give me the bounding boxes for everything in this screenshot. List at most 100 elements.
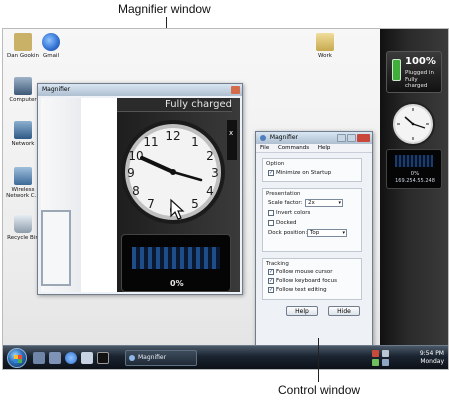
analog-clock-icon bbox=[391, 102, 435, 146]
battery-gadget[interactable]: 100% Plugged in Fully charged bbox=[386, 51, 442, 93]
svg-text:8: 8 bbox=[132, 184, 140, 198]
select-value: Top bbox=[310, 230, 320, 236]
docked-checkbox[interactable]: Docked bbox=[263, 218, 361, 228]
checkbox-checked-icon: ✓ bbox=[268, 268, 274, 275]
desktop-icon-label: Recycle Bin bbox=[7, 235, 39, 241]
magnified-cpu-meter: 0% bbox=[121, 234, 231, 292]
close-icon[interactable] bbox=[357, 134, 370, 142]
wireless-icon[interactable] bbox=[382, 359, 389, 366]
presentation-group: Presentation Scale factor: 2x ▾ Invert co… bbox=[262, 188, 362, 252]
windows-logo-icon bbox=[14, 355, 22, 363]
magnified-percent: 0% bbox=[170, 279, 184, 288]
banner-text: Fully charged bbox=[165, 99, 232, 110]
recycle-bin-icon bbox=[14, 215, 32, 233]
leader-line-bottom bbox=[318, 338, 319, 382]
callout-control-window: Control window bbox=[278, 383, 361, 397]
desktop-icon-label: Network bbox=[11, 141, 35, 147]
minimize-on-startup-checkbox[interactable]: ✓ Minimize on Startup bbox=[263, 168, 361, 178]
svg-text:9: 9 bbox=[127, 166, 135, 180]
control-titlebar[interactable]: Magnifier bbox=[256, 132, 372, 144]
checkbox-checked-icon: ✓ bbox=[268, 286, 274, 293]
show-desktop-icon[interactable] bbox=[33, 352, 45, 364]
start-button[interactable] bbox=[7, 348, 27, 368]
checkbox-label: Follow text editing bbox=[276, 287, 327, 293]
svg-text:1: 1 bbox=[191, 135, 199, 149]
desktop-icon-gmail[interactable]: Gmail bbox=[31, 33, 71, 59]
checkbox-label: Invert colors bbox=[276, 210, 311, 216]
magnified-clock-icon: 1212 345 678 91011 bbox=[121, 120, 225, 224]
callout-magnifier-window: Magnifier window bbox=[118, 2, 211, 16]
volume-icon[interactable] bbox=[382, 350, 389, 357]
checkbox-unchecked-icon bbox=[268, 219, 274, 226]
tracking-group: Tracking ✓ Follow mouse cursor ✓ Follow ke… bbox=[262, 258, 362, 300]
internet-explorer-icon bbox=[42, 33, 60, 51]
desktop-icon-label: Gmail bbox=[42, 53, 60, 59]
svg-text:2: 2 bbox=[206, 149, 214, 163]
menu-commands[interactable]: Commands bbox=[278, 145, 309, 151]
minimize-icon[interactable] bbox=[337, 134, 346, 142]
scale-factor-select[interactable]: 2x ▾ bbox=[305, 199, 343, 207]
meter-bars bbox=[395, 155, 433, 167]
meter-bars bbox=[132, 247, 220, 269]
invert-colors-checkbox[interactable]: Invert colors bbox=[263, 208, 361, 218]
checkbox-unchecked-icon bbox=[268, 209, 274, 216]
menu-help[interactable]: Help bbox=[318, 145, 331, 151]
media-player-icon[interactable] bbox=[81, 352, 93, 364]
magnifier-titlebar[interactable]: Magnifier bbox=[38, 84, 242, 96]
windows-sidebar: 100% Plugged in Fully charged 0% 169.254… bbox=[380, 29, 448, 347]
group-title: Tracking bbox=[266, 261, 289, 267]
scale-factor-row: Scale factor: 2x ▾ bbox=[263, 198, 361, 208]
tray-clock-day[interactable]: Monday bbox=[420, 358, 444, 365]
desktop-icon-label: Wireless Network C... bbox=[6, 187, 40, 200]
svg-text:7: 7 bbox=[147, 197, 155, 211]
magnified-window-frame bbox=[41, 210, 71, 286]
svg-text:3: 3 bbox=[211, 166, 219, 180]
checkbox-label: Follow keyboard focus bbox=[276, 278, 337, 284]
tray-clock-time[interactable]: 9:54 PM bbox=[420, 350, 444, 357]
svg-text:4: 4 bbox=[206, 184, 214, 198]
magnified-battery-banner: Fully charged bbox=[117, 98, 232, 112]
folder-icon bbox=[316, 33, 334, 51]
help-button[interactable]: Help bbox=[286, 306, 318, 316]
network-icon bbox=[14, 121, 32, 139]
dock-position-select[interactable]: Top ▾ bbox=[307, 229, 347, 237]
option-group: Option ✓ Minimize on Startup bbox=[262, 158, 362, 182]
battery-icon bbox=[392, 59, 401, 81]
hide-button[interactable]: Hide bbox=[328, 306, 360, 316]
cpu-meter-gadget[interactable]: 0% 169.254.55.248 bbox=[386, 149, 442, 189]
window-title: Magnifier bbox=[269, 134, 298, 141]
computer-icon bbox=[14, 77, 32, 95]
taskbar-button-magnifier[interactable]: Magnifier bbox=[125, 350, 197, 366]
group-title: Option bbox=[266, 161, 285, 167]
group-title: Presentation bbox=[266, 191, 301, 197]
switch-windows-icon[interactable] bbox=[49, 352, 61, 364]
network-status-icon[interactable] bbox=[372, 350, 379, 357]
checkbox-label: Follow mouse cursor bbox=[276, 269, 333, 275]
magnifier-window[interactable]: Magnifier Fully charged x 12 1 2 3 4 5 7… bbox=[37, 83, 243, 295]
follow-text-editing-checkbox[interactable]: ✓ Follow text editing bbox=[263, 286, 361, 295]
menu-file[interactable]: File bbox=[260, 145, 269, 151]
wireless-network-icon bbox=[14, 167, 32, 185]
checkbox-label: Minimize on Startup bbox=[276, 170, 332, 176]
internet-explorer-icon[interactable] bbox=[65, 352, 77, 364]
taskbar: Magnifier 9:54 PM Monday bbox=[3, 345, 448, 369]
checkbox-checked-icon: ✓ bbox=[268, 169, 274, 176]
power-icon[interactable] bbox=[372, 359, 379, 366]
command-prompt-icon[interactable] bbox=[97, 352, 109, 364]
follow-keyboard-checkbox[interactable]: ✓ Follow keyboard focus bbox=[263, 277, 361, 286]
checkbox-checked-icon: ✓ bbox=[268, 277, 274, 284]
select-value: 2x bbox=[308, 200, 315, 206]
magnifier-control-window[interactable]: Magnifier File Commands Help Option ✓ Min… bbox=[255, 131, 373, 351]
desktop-icon-work[interactable]: Work bbox=[305, 33, 345, 59]
clock-gadget[interactable] bbox=[388, 101, 438, 147]
close-icon[interactable] bbox=[231, 86, 240, 94]
scale-factor-label: Scale factor: bbox=[268, 200, 303, 206]
window-title: Magnifier bbox=[42, 86, 71, 93]
battery-percent: 100% bbox=[405, 56, 436, 67]
magnifier-app-icon bbox=[260, 134, 266, 141]
follow-mouse-checkbox[interactable]: ✓ Follow mouse cursor bbox=[263, 268, 361, 277]
dock-position-label: Dock position: bbox=[268, 230, 308, 236]
svg-text:11: 11 bbox=[143, 135, 158, 149]
maximize-icon[interactable] bbox=[347, 134, 356, 142]
svg-text:10: 10 bbox=[128, 149, 143, 163]
